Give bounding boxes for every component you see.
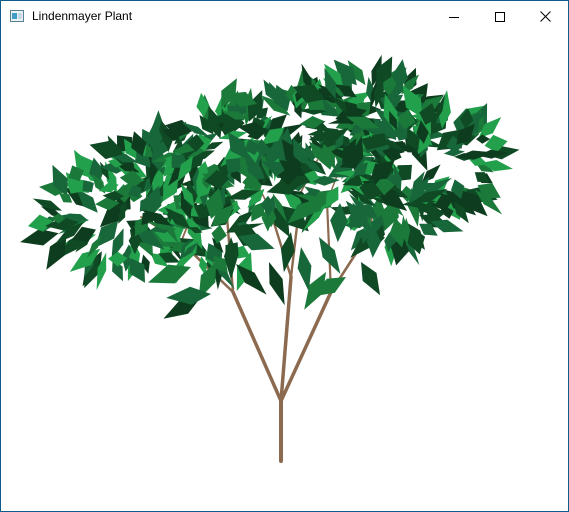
application-window: Lindenmayer Plant [0, 0, 569, 512]
leaf [269, 262, 285, 306]
maximize-icon [495, 11, 505, 22]
render-viewport[interactable] [1, 32, 568, 511]
close-icon [539, 11, 551, 22]
lindenmayer-plant [20, 54, 520, 463]
minimize-button[interactable] [431, 1, 477, 32]
minimize-icon [449, 16, 459, 18]
close-button[interactable] [522, 1, 568, 32]
leaf [361, 262, 381, 296]
window-title: Lindenmayer Plant [32, 9, 133, 23]
leaf [148, 264, 191, 284]
title-bar[interactable]: Lindenmayer Plant [1, 1, 568, 32]
plant-foliage [20, 54, 520, 319]
branch-segment [231, 290, 283, 403]
leaf [297, 247, 312, 292]
window-app-icon [10, 10, 24, 22]
leaf [82, 180, 94, 193]
leaf [20, 228, 59, 246]
maximize-button[interactable] [477, 1, 523, 32]
leaf [225, 158, 241, 174]
